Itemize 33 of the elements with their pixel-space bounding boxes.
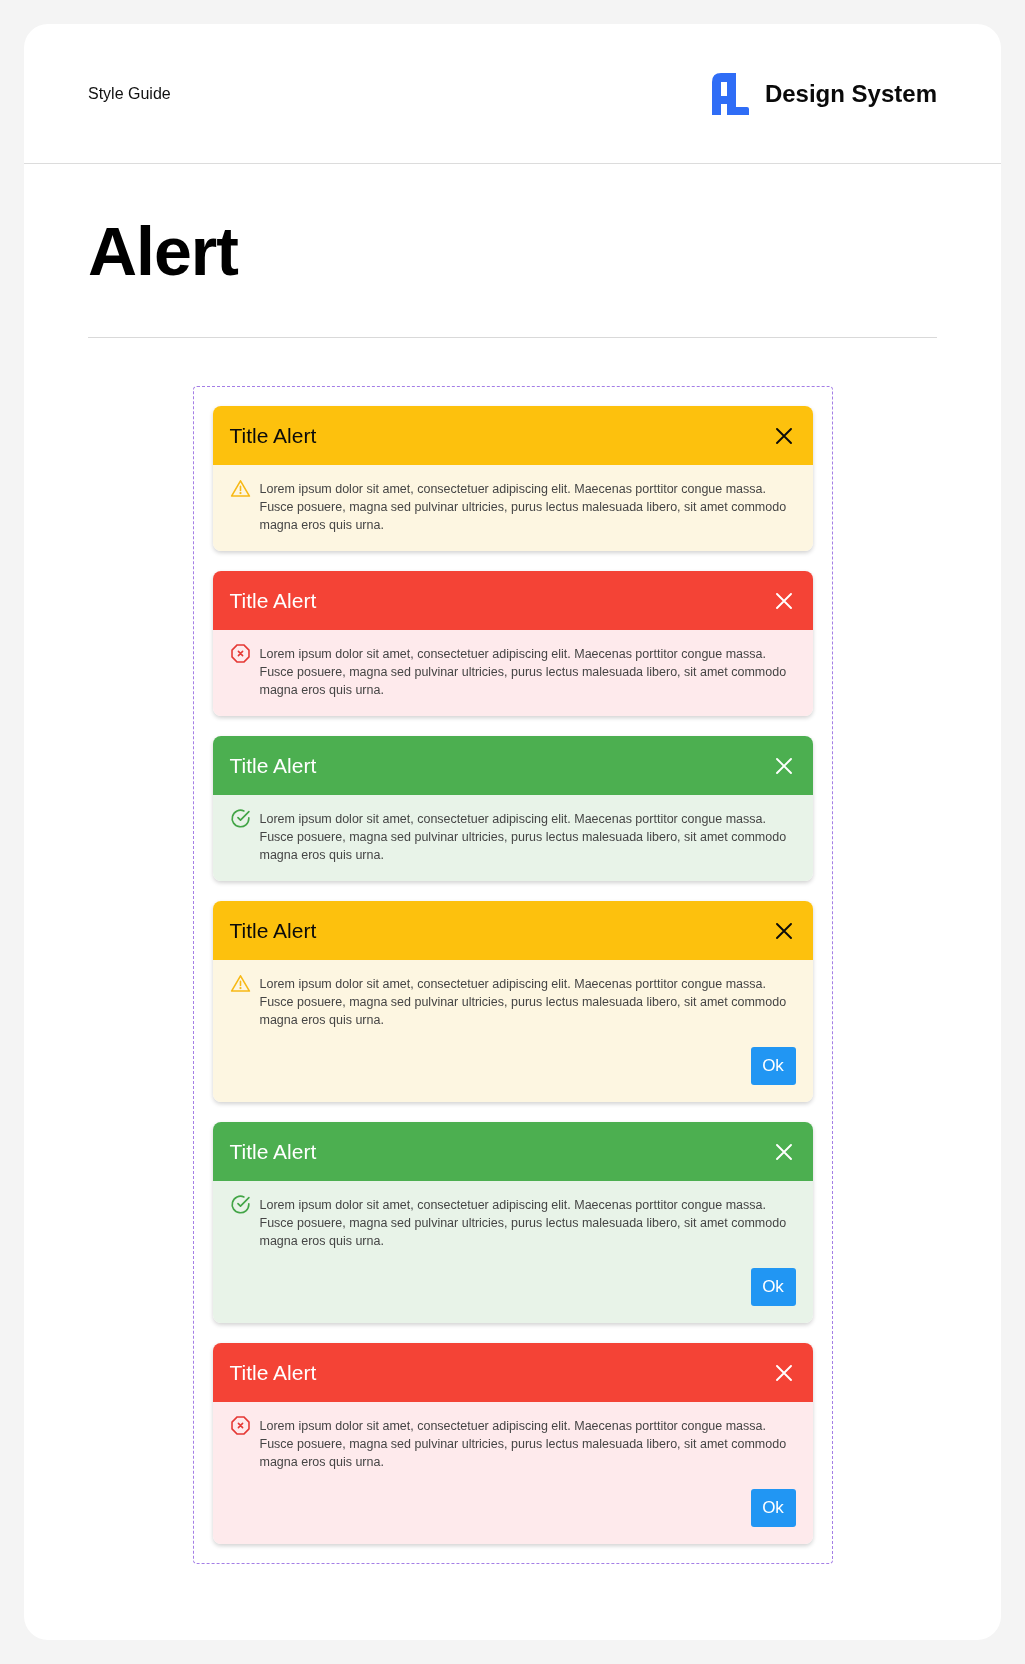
check-circle-icon <box>229 1194 251 1215</box>
alert-message: Lorem ipsum dolor sit amet, consectetuer adipiscing elit. Maecenas porttitor congue massa. Fusce posuere, magna sed pulvinar ultricies, purus lectus malesuada libero, sit amet commodo magna eros quis urna. <box>259 1418 788 1471</box>
close-icon <box>775 1364 792 1381</box>
alert-title: Title Alert <box>229 917 317 944</box>
ok-button[interactable]: Ok <box>750 1489 796 1527</box>
alert-title: Title Alert <box>229 422 317 449</box>
close-button[interactable] <box>775 427 792 444</box>
warning-icon <box>229 478 251 499</box>
alert-message: Lorem ipsum dolor sit amet, consectetuer adipiscing elit. Maecenas porttitor congue massa. Fusce posuere, magna sed pulvinar ultricies, purus lectus malesuada libero, sit amet commodo magna eros quis urna. <box>259 1197 788 1250</box>
error-icon <box>229 1415 251 1436</box>
alert-message: Lorem ipsum dolor sit amet, consectetuer adipiscing elit. Maecenas porttitor congue massa. Fusce posuere, magna sed pulvinar ultricies, purus lectus malesuada libero, sit amet commodo magna eros quis urna. <box>259 976 788 1029</box>
alert-title: Title Alert <box>229 1359 317 1386</box>
error-icon <box>229 643 251 664</box>
page-title: Alert <box>88 217 239 285</box>
check-circle-icon <box>229 808 251 829</box>
logo-icon <box>711 72 749 115</box>
close-icon <box>775 922 792 939</box>
section-label: Style Guide <box>88 83 171 104</box>
alert-title: Title Alert <box>229 752 317 779</box>
alert-message: Lorem ipsum dolor sit amet, consectetuer adipiscing elit. Maecenas porttitor congue massa. Fusce posuere, magna sed pulvinar ultricies, purus lectus malesuada libero, sit amet commodo magna eros quis urna. <box>259 811 788 864</box>
close-icon <box>775 757 792 774</box>
ok-button[interactable]: Ok <box>750 1268 796 1306</box>
close-button[interactable] <box>775 922 792 939</box>
close-icon <box>775 592 792 609</box>
alert-message: Lorem ipsum dolor sit amet, consectetuer adipiscing elit. Maecenas porttitor congue massa. Fusce posuere, magna sed pulvinar ultricies, purus lectus malesuada libero, sit amet commodo magna eros quis urna. <box>259 481 788 534</box>
brand-name: Design System <box>764 78 937 109</box>
warning-icon <box>229 973 251 994</box>
alert-title: Title Alert <box>229 587 317 614</box>
ok-button[interactable]: Ok <box>750 1047 796 1085</box>
close-icon <box>775 427 792 444</box>
close-icon <box>775 1143 792 1160</box>
alert-title: Title Alert <box>229 1138 317 1165</box>
alert-message: Lorem ipsum dolor sit amet, consectetuer adipiscing elit. Maecenas porttitor congue massa. Fusce posuere, magna sed pulvinar ultricies, purus lectus malesuada libero, sit amet commodo magna eros quis urna. <box>259 646 788 699</box>
